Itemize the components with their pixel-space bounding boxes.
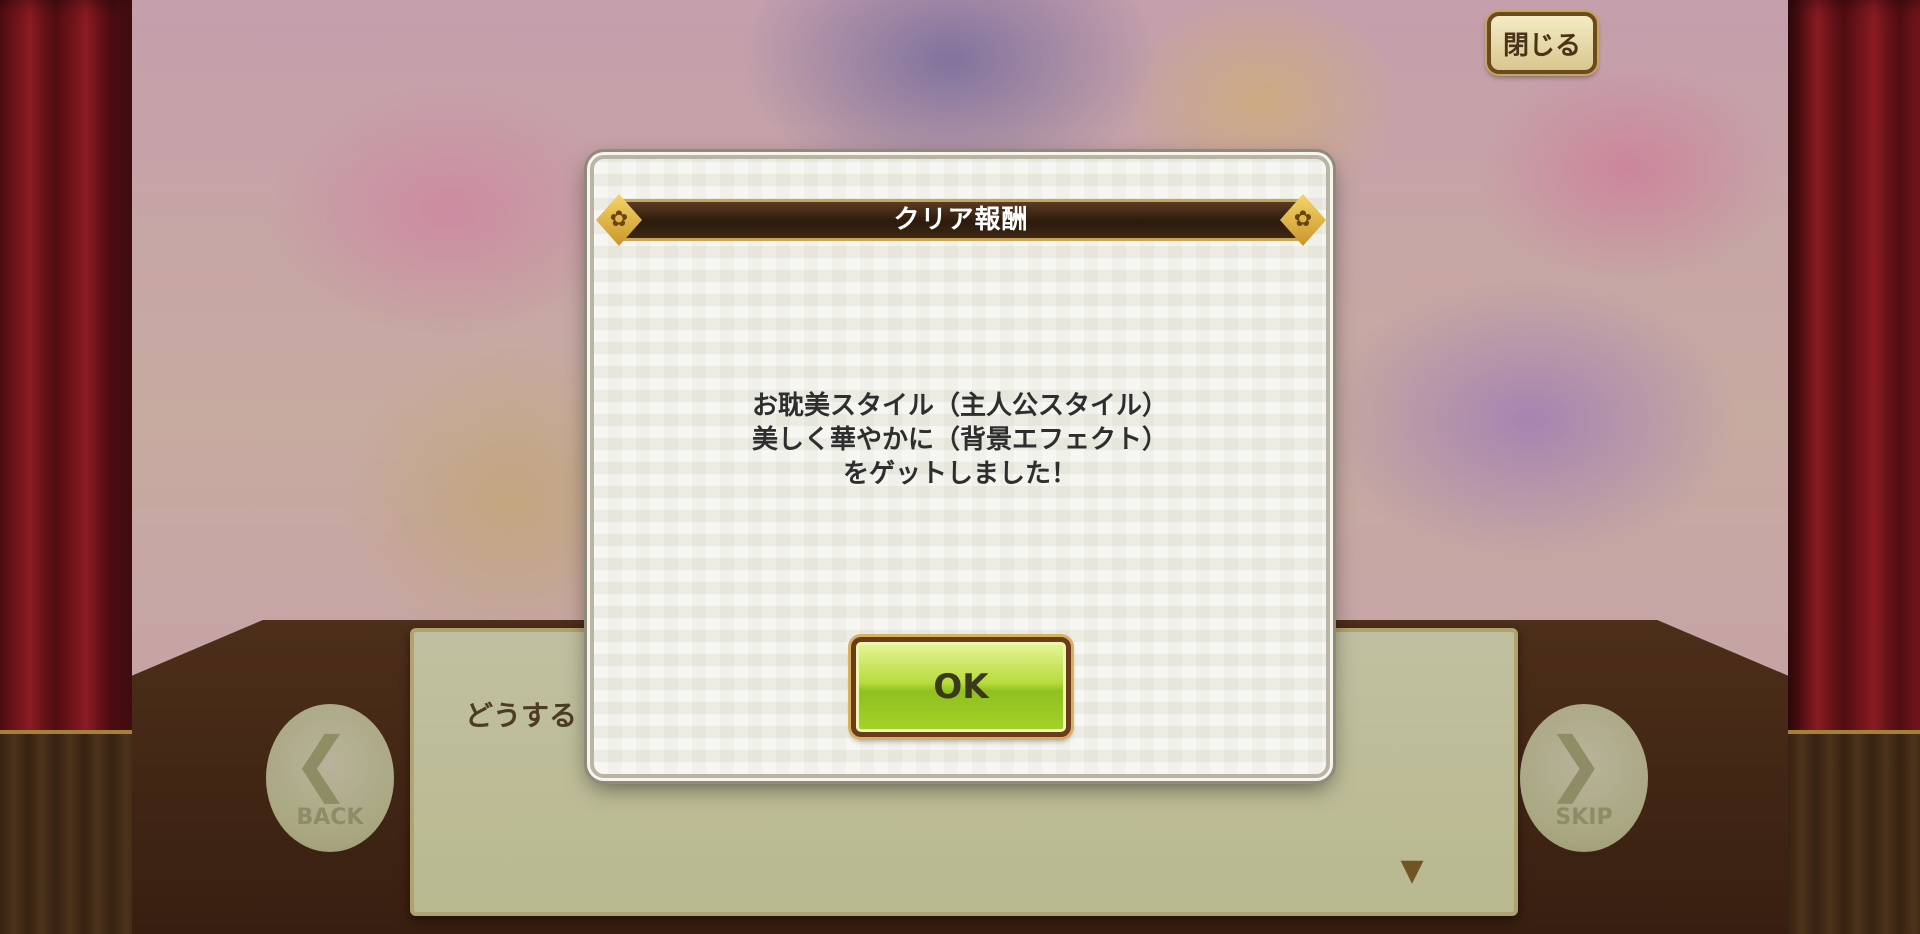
modal-title-bar: クリア報酬 [616,199,1306,241]
ok-button[interactable]: OK [851,637,1071,737]
reward-line-3: をゲットしました！ [842,459,1077,489]
reward-message: お耽美スタイル（主人公スタイル） 美しく華やかに（背景エフェクト） をゲットしま… [634,389,1286,491]
modal-title: クリア報酬 [893,205,1029,235]
game-screen: どうする ❮ BACK ❯ SKIP ▼ 閉じる クリア報酬 ✿ ✿ お耽美スタ… [0,0,1920,934]
clear-reward-modal: クリア報酬 ✿ ✿ お耽美スタイル（主人公スタイル） 美しく華やかに（背景エフェ… [590,155,1330,778]
reward-line-1: お耽美スタイル（主人公スタイル） [751,391,1168,421]
close-button[interactable]: 閉じる [1487,12,1597,74]
reward-line-2: 美しく華やかに（背景エフェクト） [751,425,1168,455]
